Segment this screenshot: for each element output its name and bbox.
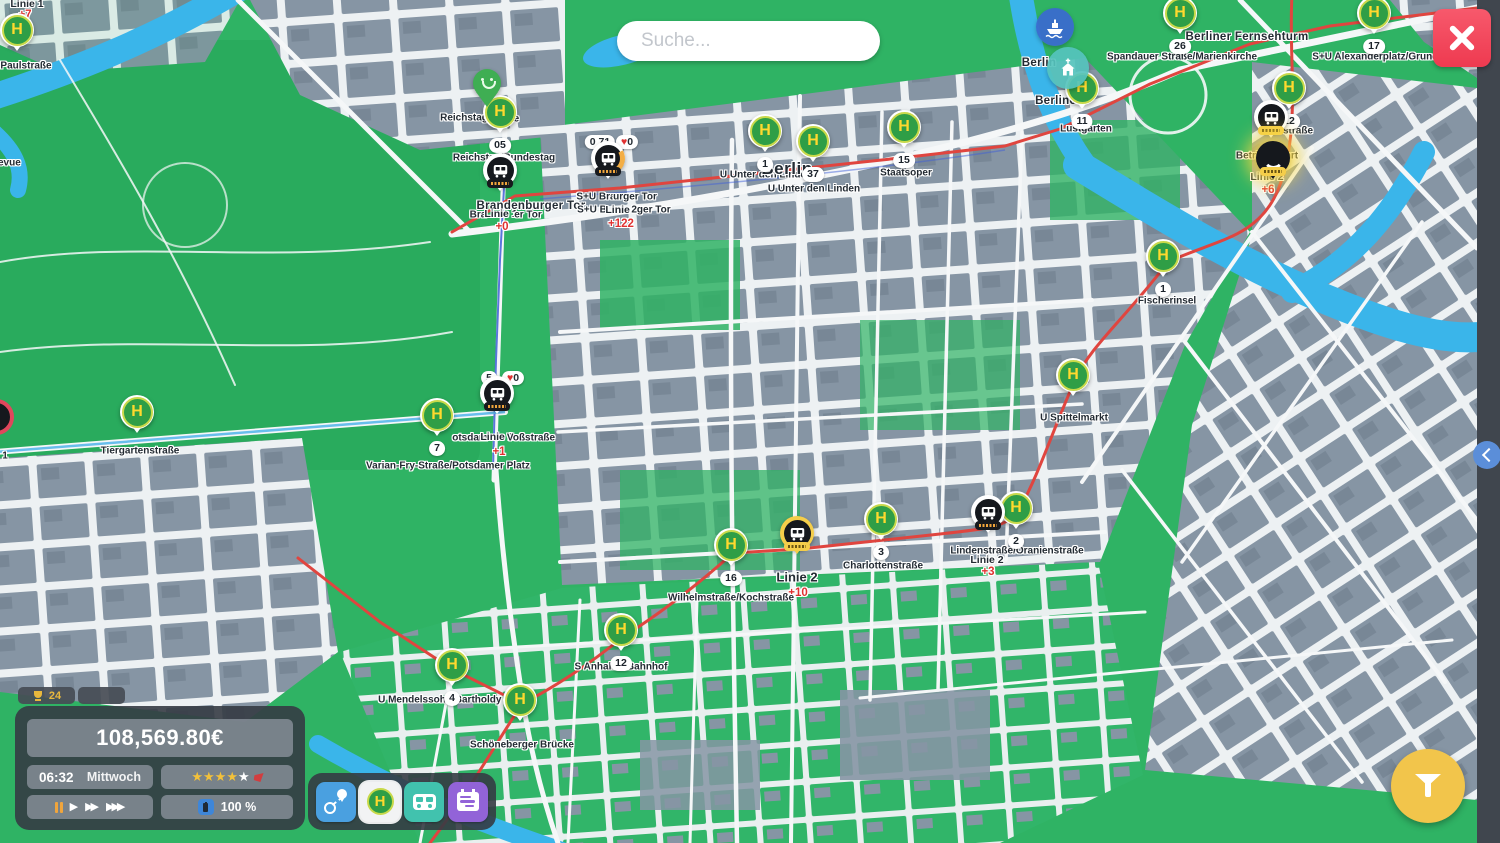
money-value: 108,569.80€ bbox=[96, 725, 224, 751]
clock-value: 06:32 bbox=[39, 770, 74, 785]
fast-forward-2x-icon: ▶▶ bbox=[85, 802, 99, 813]
star-rating: ★★★★★ bbox=[191, 768, 249, 786]
star-icon: ★ bbox=[191, 769, 203, 784]
battery-display: 100 % bbox=[161, 795, 293, 819]
secondary-badge[interactable] bbox=[78, 687, 125, 704]
filter-funnel-icon bbox=[1415, 773, 1441, 799]
star-icon: ★ bbox=[203, 769, 215, 784]
search-input[interactable] bbox=[639, 29, 868, 53]
money-display: 108,569.80€ bbox=[27, 719, 293, 757]
close-button[interactable] bbox=[1433, 9, 1491, 67]
route-pin-icon bbox=[323, 789, 349, 815]
panel-toggle-button[interactable] bbox=[1473, 441, 1500, 469]
fast-forward-3x-icon: ▶▶▶ bbox=[106, 802, 125, 813]
pause-icon bbox=[60, 802, 63, 813]
trophy-count: 24 bbox=[49, 690, 61, 702]
achievements-badge[interactable]: 24 bbox=[18, 687, 75, 704]
chevron-left-icon bbox=[1481, 448, 1495, 462]
bottom-toolbar: H bbox=[308, 773, 496, 830]
fast-forward-3x-button[interactable]: ▶▶▶ bbox=[106, 800, 125, 814]
play-button[interactable]: ▶ bbox=[70, 800, 78, 814]
game-window: Linie 1+7PaulstraßelevueReichstagleReich… bbox=[0, 0, 1500, 843]
play-icon: ▶ bbox=[70, 802, 78, 813]
speed-controls: ▶▶▶▶▶▶ bbox=[27, 795, 153, 819]
weekday-value: Mittwoch bbox=[87, 770, 141, 784]
timetable-button[interactable] bbox=[448, 782, 488, 822]
star-icon: ★ bbox=[215, 769, 227, 784]
rating-drop-icon bbox=[253, 773, 263, 782]
hud-panel: 108,569.80€ 06:32 Mittwoch ★★★★★ ▶▶▶▶▶▶ … bbox=[15, 706, 305, 830]
bus-stop-h-icon: H bbox=[367, 788, 394, 815]
side-panel-strip bbox=[1477, 0, 1500, 843]
rating-display: ★★★★★ bbox=[161, 765, 293, 789]
trophy-icon bbox=[32, 690, 44, 702]
lines-button[interactable] bbox=[316, 782, 356, 822]
star-icon: ★ bbox=[226, 769, 238, 784]
filter-button[interactable] bbox=[1391, 749, 1465, 823]
stops-button[interactable]: H bbox=[360, 782, 400, 822]
star-icon: ★ bbox=[238, 769, 250, 784]
pause-icon bbox=[55, 802, 58, 813]
fast-forward-2x-button[interactable]: ▶▶ bbox=[85, 800, 99, 814]
bus-icon bbox=[413, 794, 436, 810]
time-display: 06:32 Mittwoch bbox=[27, 765, 153, 789]
battery-value: 100 % bbox=[221, 800, 256, 814]
battery-icon bbox=[198, 799, 214, 815]
timetable-icon bbox=[457, 792, 479, 811]
buses-button[interactable] bbox=[404, 782, 444, 822]
pause-button[interactable] bbox=[55, 800, 63, 814]
search-bar bbox=[617, 21, 880, 61]
